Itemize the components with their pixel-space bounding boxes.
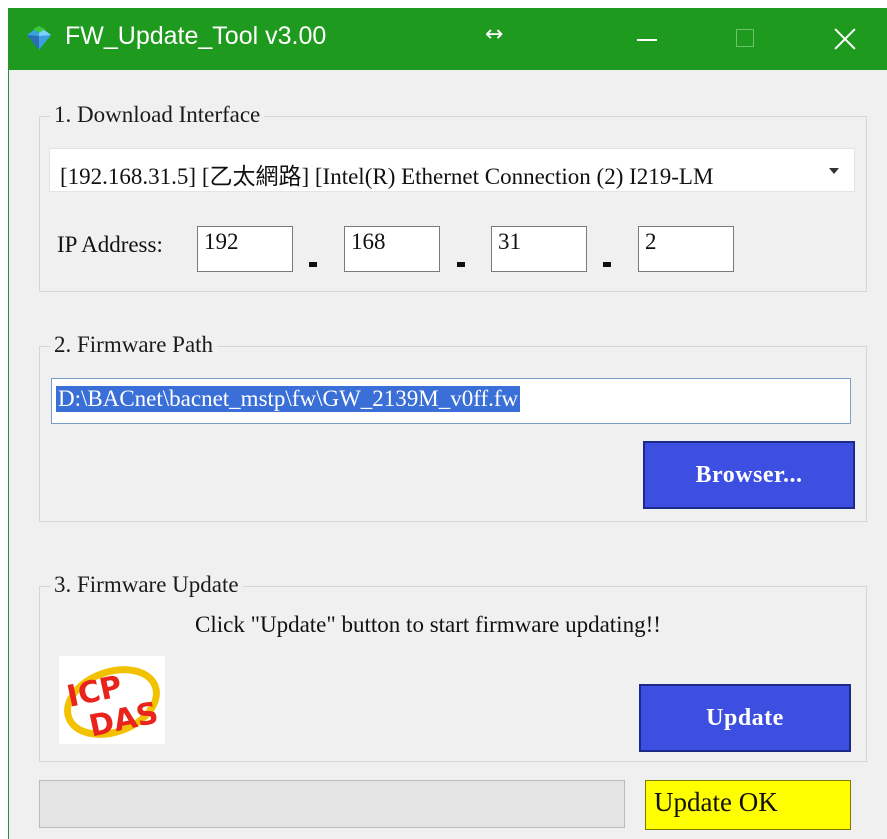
ip-separator: [309, 262, 317, 267]
ip-address-label: IP Address:: [57, 232, 163, 257]
icp-das-logo: ICP DAS: [59, 656, 165, 744]
ip-octet-1-input[interactable]: 192: [197, 226, 293, 272]
maximize-button[interactable]: [715, 8, 775, 70]
status-badge: Update OK: [645, 780, 851, 830]
ip-separator: [603, 262, 611, 267]
app-gem-icon: [27, 26, 51, 50]
download-interface-group: 1. Download Interface: [39, 102, 867, 292]
firmware-path-value: D:\BACnet\bacnet_mstp\fw\GW_2139M_v0ff.f…: [56, 386, 521, 412]
browse-button[interactable]: Browser...: [643, 441, 855, 509]
interface-select-value: [192.168.31.5] [乙太網路] [Intel(R) Ethernet…: [60, 164, 714, 189]
download-interface-title: 1. Download Interface: [50, 102, 265, 128]
ip-octet-3-input[interactable]: 31: [491, 226, 587, 272]
title-bar[interactable]: FW_Update_Tool v3.00 ↔: [9, 8, 887, 70]
firmware-path-input[interactable]: D:\BACnet\bacnet_mstp\fw\GW_2139M_v0ff.f…: [51, 378, 851, 424]
window-title: FW_Update_Tool v3.00: [65, 22, 327, 50]
update-button[interactable]: Update: [639, 684, 851, 752]
ip-octet-4-input[interactable]: 2: [638, 226, 734, 272]
resize-horizontal-icon: ↔: [485, 22, 504, 47]
ip-separator: [457, 262, 465, 267]
update-hint-text: Click "Update" button to start firmware …: [195, 612, 661, 637]
chevron-down-icon[interactable]: [820, 149, 848, 191]
close-button[interactable]: [815, 8, 875, 70]
interface-select[interactable]: [192.168.31.5] [乙太網路] [Intel(R) Ethernet…: [49, 148, 855, 192]
progress-bar: [39, 780, 625, 828]
minimize-button[interactable]: [615, 8, 675, 70]
ip-octet-2-input[interactable]: 168: [344, 226, 440, 272]
firmware-update-title: 3. Firmware Update: [50, 572, 243, 598]
firmware-path-title: 2. Firmware Path: [50, 332, 218, 358]
app-window: FW_Update_Tool v3.00 ↔ 1. Download Inter…: [8, 8, 887, 839]
